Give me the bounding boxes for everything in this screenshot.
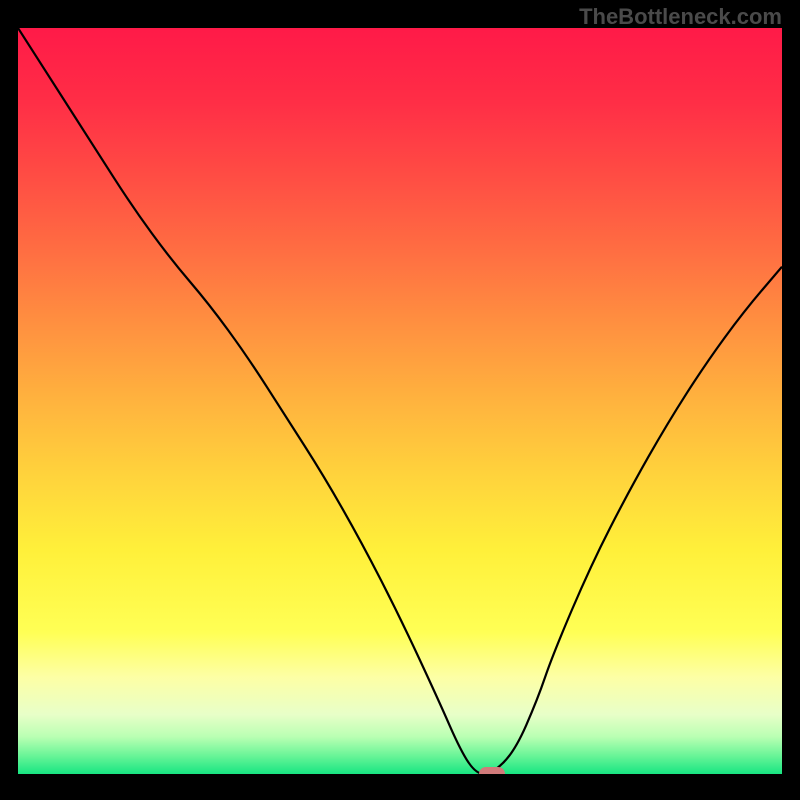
optimal-point-marker [479, 767, 505, 774]
watermark-text: TheBottleneck.com [579, 4, 782, 30]
chart-plot-area [18, 28, 782, 774]
chart-background [18, 28, 782, 774]
chart-svg [18, 28, 782, 774]
